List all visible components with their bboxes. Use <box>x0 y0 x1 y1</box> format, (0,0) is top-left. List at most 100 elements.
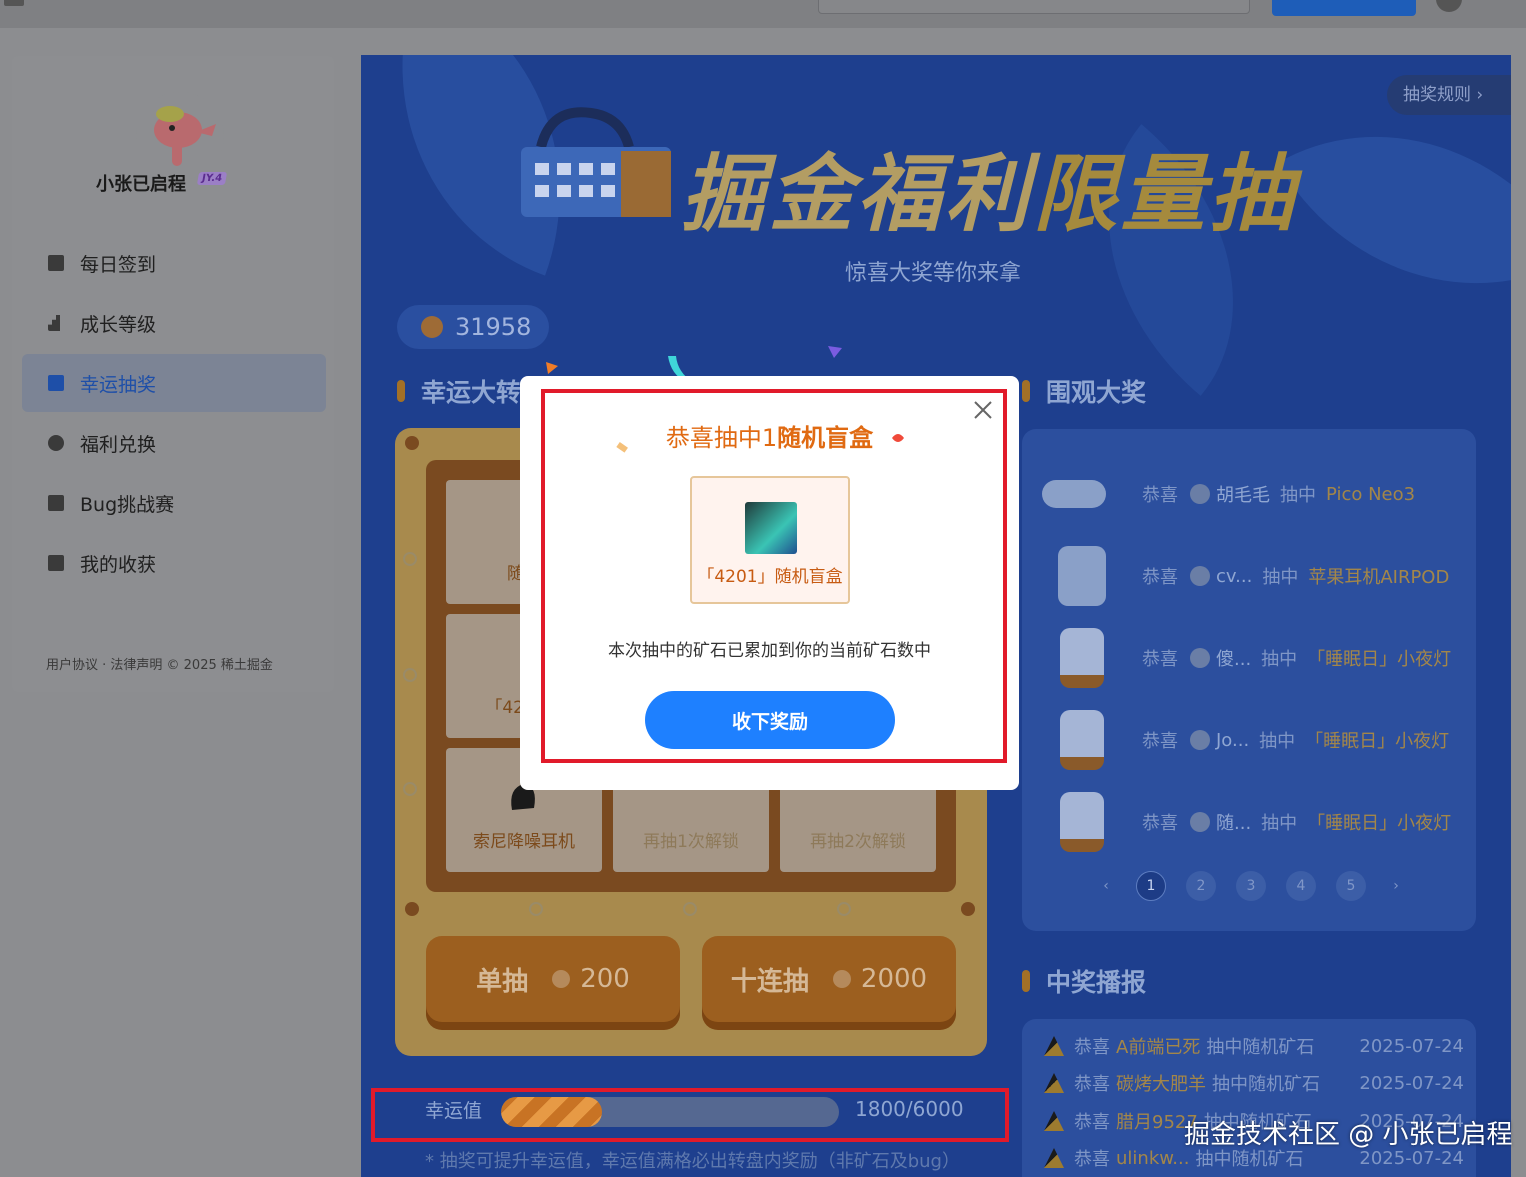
draw-word: 抽中 <box>1259 731 1296 752</box>
sidebar-item-growth-level[interactable]: 成长等级 <box>22 294 326 352</box>
single-draw-cost: 200 <box>580 964 630 994</box>
winner-name: 胡毛毛 <box>1216 485 1270 506</box>
winner-name: 傻... <box>1216 649 1252 670</box>
dialog-description: 本次抽中的矿石已累加到你的当前矿石数中 <box>608 641 931 661</box>
sidebar-item-label: 成长等级 <box>80 313 157 336</box>
prize-cell-label: 索尼降噪耳机 <box>473 832 575 852</box>
confetti-decoration <box>828 346 842 358</box>
banner-title-part1: 掘金福利 <box>681 145 1034 243</box>
ten-draw-cost: 2000 <box>860 964 928 994</box>
broadcast-text: 抽中随机矿石 <box>1206 1037 1315 1058</box>
wheel-section-title: 幸运大转 <box>397 373 521 409</box>
watermark: 掘金技术社区 @ 小张已启程 <box>1184 1120 1513 1150</box>
page-button-4[interactable]: 4 <box>1286 871 1316 901</box>
sidebar-item-rewards-exchange[interactable]: 福利兑换 <box>22 414 326 472</box>
sidebar-item-label: 幸运抽奖 <box>80 373 157 396</box>
prize-cell-label: 再抽1次解锁 <box>643 832 739 852</box>
congrats-text: 恭喜 <box>1142 649 1178 670</box>
broadcast-text: 抽中随机矿石 <box>1212 1074 1320 1095</box>
accept-reward-button[interactable]: 收下奖励 <box>645 691 895 749</box>
night-lamp-thumbnail <box>1060 792 1104 852</box>
dialog-title-prize: 随机盲盒 <box>777 424 874 452</box>
prize-name: Pico Neo3 <box>1326 483 1416 505</box>
page-button-5[interactable]: 5 <box>1336 871 1366 901</box>
creator-center-button[interactable] <box>1272 0 1416 16</box>
search-input[interactable] <box>818 0 1250 14</box>
sidebar-item-daily-checkin[interactable]: 每日签到 <box>22 234 326 292</box>
lottery-rules-button[interactable]: 抽奖规则 › <box>1387 75 1511 115</box>
pagination: ‹ 1 2 3 4 5 › <box>1096 871 1426 901</box>
single-draw-label: 单抽 <box>476 966 529 997</box>
ten-draw-button[interactable]: 十连抽 2000 <box>702 936 956 1022</box>
luck-value: 1800/6000 <box>855 1097 964 1121</box>
ore-balance-value: 31958 <box>455 313 532 341</box>
user-avatar-small <box>1190 648 1210 668</box>
list-item: 恭喜 碳烤大肥羊 抽中随机矿石 2025-07-24 <box>1044 1070 1464 1096</box>
sidebar-item-label: 我的收获 <box>80 553 157 576</box>
prize-name: 「睡眠日」小夜灯 <box>1307 813 1452 834</box>
sidebar-item-label: Bug挑战赛 <box>80 493 175 516</box>
trophy-icon <box>1044 1148 1064 1168</box>
site-logo[interactable] <box>4 0 24 6</box>
header-avatar[interactable] <box>1436 0 1462 12</box>
board-light <box>683 902 697 916</box>
dialog-title: 恭喜抽中1随机盲盒 <box>520 418 1019 453</box>
confetti-decoration <box>546 362 558 374</box>
big-prize-list: 恭喜 胡毛毛 抽中 Pico Neo3 恭喜 cv... 抽中 苹果耳机AIRP… <box>1022 429 1476 931</box>
broadcast-section-title: 中奖播报 <box>1022 963 1146 999</box>
list-item: 恭喜 胡毛毛 抽中 Pico Neo3 <box>1042 453 1472 535</box>
sidebar-item-bug-challenge[interactable]: Bug挑战赛 <box>22 474 326 532</box>
luck-current: 1800 <box>855 1097 906 1121</box>
basket-illustration <box>521 107 671 217</box>
luck-max: /6000 <box>905 1097 964 1121</box>
prize-cell-label: 再抽2次解锁 <box>810 832 906 852</box>
page-button-1[interactable]: 1 <box>1136 871 1166 901</box>
ore-coin-icon <box>832 970 851 988</box>
board-light <box>405 436 419 450</box>
winner-name: cv... <box>1216 565 1253 587</box>
ore-coin-icon <box>552 970 571 988</box>
list-item: 恭喜 傻... 抽中 「睡眠日」小夜灯 <box>1042 617 1472 699</box>
trophy-icon <box>1044 1073 1064 1093</box>
prize-name: 苹果耳机AIRPOD <box>1308 567 1450 588</box>
board-light <box>529 902 543 916</box>
sidebar-item-label: 福利兑换 <box>80 433 157 456</box>
banner-subtitle: 惊喜大奖等你来拿 <box>845 261 1022 286</box>
trophy-icon <box>1044 1111 1064 1131</box>
bar-chart-icon <box>48 315 60 331</box>
broadcast-date: 2025-07-24 <box>1359 1072 1464 1094</box>
congrats-text: 恭喜 <box>1074 1037 1110 1058</box>
broadcast-section-label: 中奖播报 <box>1046 968 1147 997</box>
single-draw-button[interactable]: 单抽 200 <box>426 936 680 1022</box>
airpods-thumbnail <box>1058 546 1106 606</box>
draw-word: 抽中 <box>1262 567 1299 588</box>
calendar-check-icon <box>48 255 64 271</box>
watchers-section-label: 围观大奖 <box>1046 378 1147 407</box>
prev-page-button[interactable]: ‹ <box>1096 871 1116 901</box>
winner-name: 碳烤大肥羊 <box>1116 1074 1206 1095</box>
congrats-text: 恭喜 <box>1142 485 1178 506</box>
banner-title-part2: 限量抽 <box>1033 145 1298 243</box>
page-button-2[interactable]: 2 <box>1186 871 1216 901</box>
list-item: 恭喜 随... 抽中 「睡眠日」小夜灯 <box>1042 781 1472 863</box>
user-avatar-small <box>1190 566 1210 586</box>
confetti-decoration <box>892 434 904 442</box>
coins-stack-icon <box>48 435 64 451</box>
sidebar-item-my-harvest[interactable]: 我的收获 <box>22 534 326 592</box>
list-item: 恭喜 cv... 抽中 苹果耳机AIRPOD <box>1042 535 1472 617</box>
gift-icon <box>48 375 64 391</box>
list-item: 恭喜 A前端已死 抽中随机矿石 2025-07-24 <box>1044 1033 1464 1059</box>
night-lamp-thumbnail <box>1060 710 1104 770</box>
broadcast-date: 2025-07-24 <box>1359 1035 1464 1057</box>
board-light <box>961 902 975 916</box>
page-button-3[interactable]: 3 <box>1236 871 1266 901</box>
board-light <box>405 902 419 916</box>
prize-card: 「4201」随机盲盒 <box>690 476 850 604</box>
prize-card-label: 「4201」随机盲盒 <box>697 567 843 587</box>
sidebar-item-lucky-draw[interactable]: 幸运抽奖 <box>22 354 326 412</box>
winner-name: A前端已死 <box>1116 1037 1201 1058</box>
username: 小张已启程 <box>96 174 186 195</box>
draw-word: 抽中 <box>1261 813 1298 834</box>
winner-name: ulinkw... <box>1116 1147 1190 1169</box>
next-page-button[interactable]: › <box>1386 871 1406 901</box>
